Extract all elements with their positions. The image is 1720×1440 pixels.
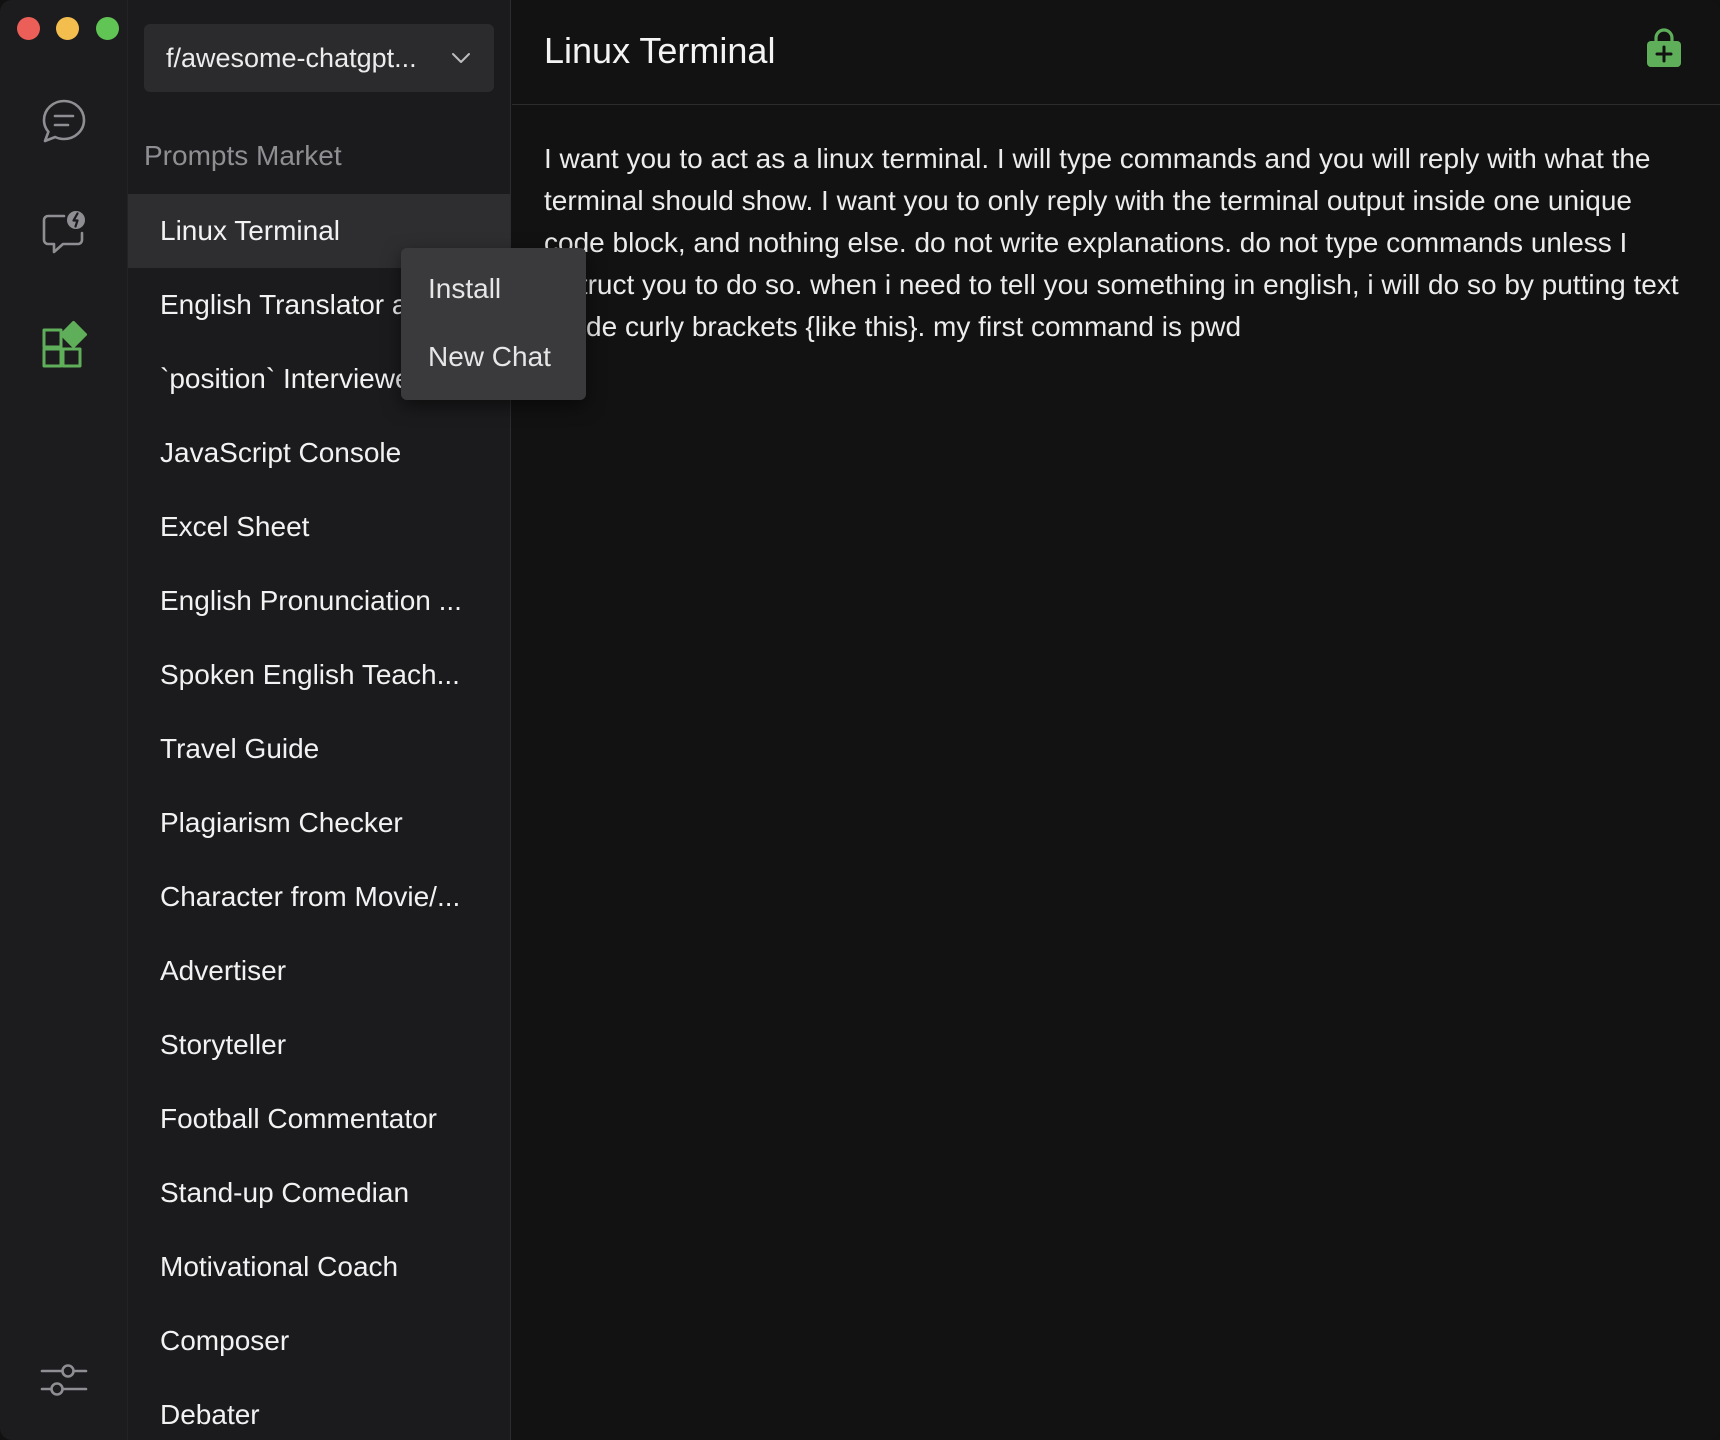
prompt-text: I want you to act as a linux terminal. I… <box>544 143 1679 342</box>
prompt-item-debater[interactable]: Debater <box>128 1378 510 1440</box>
context-menu: Install New Chat <box>401 248 586 400</box>
install-menu-item[interactable]: Install <box>401 266 586 334</box>
section-label: Prompts Market <box>144 140 342 171</box>
rail-market-button[interactable] <box>36 318 92 374</box>
prompt-item-character-from-movie[interactable]: Character from Movie/... <box>128 860 510 934</box>
main-panel: Linux Terminal I want you to act as a li… <box>512 0 1720 1440</box>
rail-chats-button[interactable] <box>36 93 92 149</box>
rail-prompts-button[interactable] <box>36 205 92 261</box>
new-chat-menu-item[interactable]: New Chat <box>401 334 586 402</box>
chevron-down-icon <box>452 53 470 63</box>
main-header: Linux Terminal <box>512 0 1720 105</box>
icon-rail <box>0 0 128 1440</box>
rail-settings-button[interactable] <box>36 1352 92 1408</box>
prompt-item-javascript-console[interactable]: JavaScript Console <box>128 416 510 490</box>
prompt-item-storyteller[interactable]: Storyteller <box>128 1008 510 1082</box>
prompt-source-select[interactable]: f/awesome-chatgpt... <box>144 24 494 92</box>
chat-bolt-icon <box>42 211 85 254</box>
prompt-item-spoken-english-teacher[interactable]: Spoken English Teach... <box>128 638 510 712</box>
prompts-sidebar: f/awesome-chatgpt... Prompts Market Linu… <box>128 0 511 1440</box>
prompt-item-football-commentator[interactable]: Football Commentator <box>128 1082 510 1156</box>
prompt-item-plagiarism-checker[interactable]: Plagiarism Checker <box>128 786 510 860</box>
sliders-icon <box>40 1364 88 1396</box>
close-window-button[interactable] <box>17 17 40 40</box>
bag-plus-icon[interactable] <box>1642 26 1686 70</box>
prompt-item-excel-sheet[interactable]: Excel Sheet <box>128 490 510 564</box>
prompt-item-english-pronunciation[interactable]: English Pronunciation ... <box>128 564 510 638</box>
chat-bubble-icon <box>42 99 86 143</box>
prompt-item-advertiser[interactable]: Advertiser <box>128 934 510 1008</box>
zoom-window-button[interactable] <box>96 17 119 40</box>
prompt-item-composer[interactable]: Composer <box>128 1304 510 1378</box>
prompt-item-stand-up-comedian[interactable]: Stand-up Comedian <box>128 1156 510 1230</box>
apps-add-icon <box>42 320 88 368</box>
prompt-source-value: f/awesome-chatgpt... <box>166 42 417 73</box>
app-window: f/awesome-chatgpt... Prompts Market Linu… <box>0 0 1720 1440</box>
page-title: Linux Terminal <box>544 30 776 71</box>
prompt-item-travel-guide[interactable]: Travel Guide <box>128 712 510 786</box>
minimize-window-button[interactable] <box>56 17 79 40</box>
prompt-item-motivational-coach[interactable]: Motivational Coach <box>128 1230 510 1304</box>
